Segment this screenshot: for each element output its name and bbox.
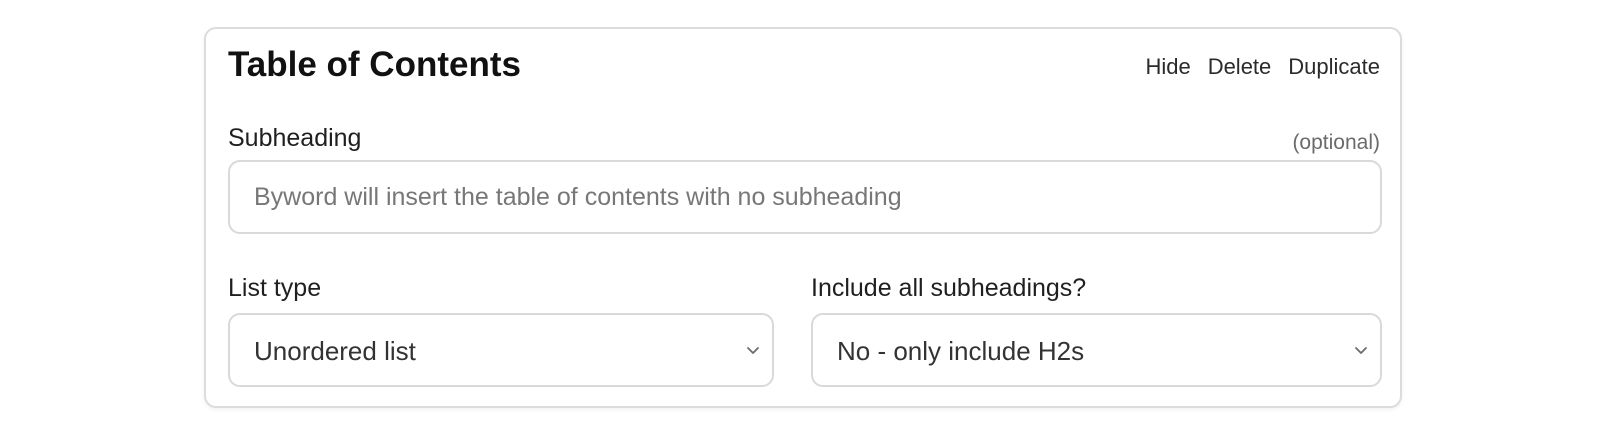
list-type-label: List type	[228, 274, 322, 302]
delete-button[interactable]: Delete	[1208, 53, 1272, 81]
list-type-selected-value: Unordered list	[254, 336, 416, 366]
include-subheadings-label: Include all subheadings?	[811, 274, 1087, 302]
subheading-input[interactable]	[228, 160, 1382, 234]
include-subheadings-select[interactable]: No - only include H2s	[811, 313, 1382, 387]
chevron-down-icon	[747, 347, 759, 354]
card-title: Table of Contents	[228, 45, 521, 84]
duplicate-button[interactable]: Duplicate	[1288, 53, 1380, 81]
optional-tag: (optional)	[1292, 131, 1380, 154]
chevron-down-icon	[1355, 347, 1367, 354]
include-subheadings-selected-value: No - only include H2s	[837, 336, 1085, 366]
list-type-select[interactable]: Unordered list	[228, 313, 774, 387]
card-actions: Hide Delete Duplicate	[1145, 53, 1380, 81]
table-of-contents-card: Table of Contents Hide Delete Duplicate …	[204, 27, 1402, 408]
hide-button[interactable]: Hide	[1145, 53, 1190, 81]
subheading-label: Subheading	[228, 124, 362, 152]
